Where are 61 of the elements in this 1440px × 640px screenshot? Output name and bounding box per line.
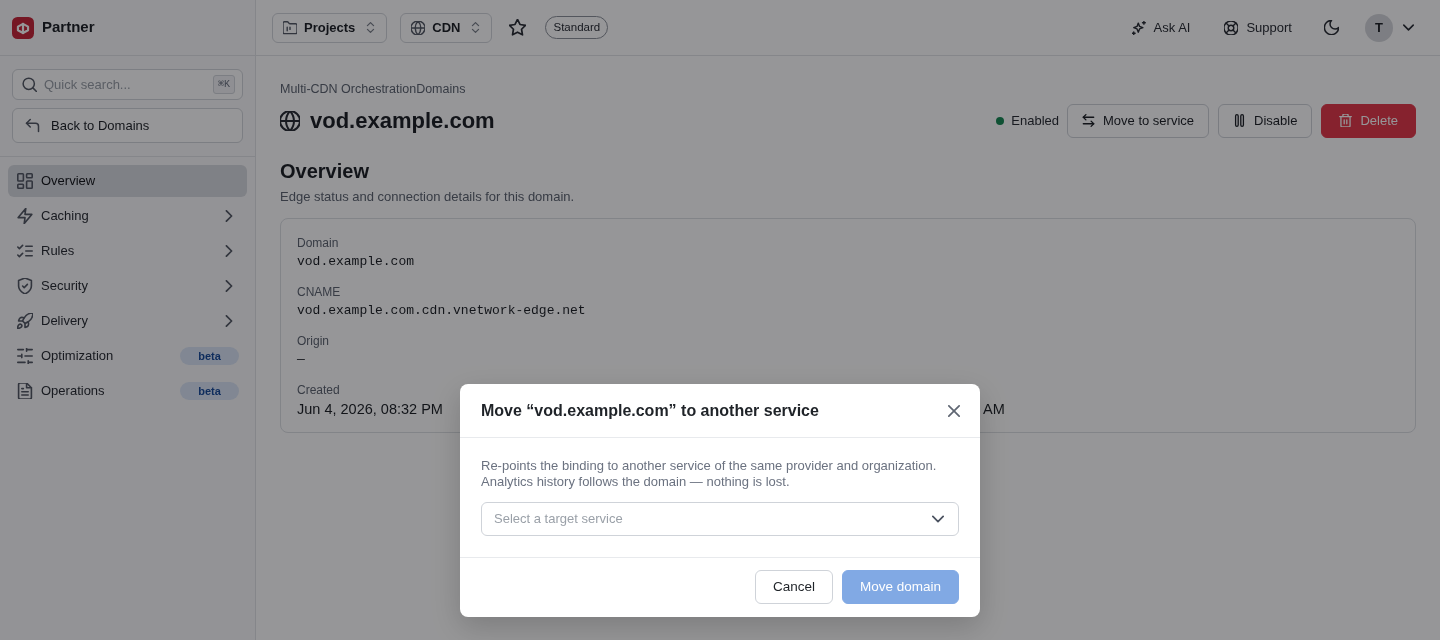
sparkle-icon (1131, 20, 1146, 35)
close-icon[interactable] (948, 404, 960, 417)
section-subtitle: Edge status and connection details for this domain. (280, 187, 575, 206)
nav-item[interactable]: Optimization beta (8, 340, 247, 372)
field-value: — (297, 351, 305, 370)
document-icon (17, 383, 33, 399)
field-label: Origin (297, 333, 329, 350)
folder-icon (283, 20, 297, 35)
field-value: Jun 4, 2026, 08:32 PM (297, 400, 443, 419)
chevron-down-icon (932, 513, 944, 525)
brand-name: Partner (42, 17, 95, 38)
swap-arrows-icon (1082, 114, 1095, 128)
feature-badge: beta (180, 347, 239, 365)
section-title: Overview (280, 158, 369, 183)
sliders-icon (17, 348, 33, 364)
chevron-down-icon[interactable] (1403, 22, 1414, 33)
globe-icon (280, 110, 300, 131)
domain-title: vod.example.com (310, 107, 495, 134)
dialog-title: Move “vod.example.com” to another service (481, 400, 819, 421)
nav-item[interactable]: Overview (8, 165, 247, 197)
support-button[interactable]: Support (1224, 17, 1292, 38)
lightning-icon (17, 208, 33, 224)
field-value: vod.example.com.cdn.vnetwork-edge.net (297, 302, 586, 321)
field-label: Domain (297, 235, 339, 252)
trash-icon (1339, 114, 1353, 128)
product-dropdown[interactable]: CDN (400, 12, 493, 43)
field-value: vod.example.com (297, 253, 415, 272)
cancel-button[interactable]: Cancel (754, 570, 833, 604)
delete-button[interactable]: Delete (1321, 103, 1416, 138)
shield-icon (17, 278, 33, 294)
dashboard-icon (17, 173, 33, 189)
user-avatar[interactable]: T (1365, 13, 1393, 42)
nav-item[interactable]: Operations beta (8, 375, 247, 407)
logo-icon (12, 16, 34, 39)
nav-item[interactable]: Delivery (8, 305, 247, 337)
moon-icon[interactable] (1324, 20, 1339, 35)
nav-item[interactable]: Rules (8, 235, 247, 267)
status-label: Enabled (1011, 112, 1059, 130)
corner-arrow-icon (25, 118, 40, 133)
globe-icon (411, 20, 426, 35)
move-to-service-button[interactable]: Move to service (1067, 103, 1210, 138)
lifebuoy-icon (1224, 20, 1239, 35)
chevron-up-down-icon (365, 22, 377, 33)
nav-item[interactable]: Caching (8, 200, 247, 232)
ask-ai-button[interactable]: Ask AI (1131, 17, 1191, 38)
projects-dropdown[interactable]: Projects (272, 12, 388, 43)
feature-badge: beta (180, 382, 239, 400)
pause-icon (1233, 114, 1247, 128)
back-button[interactable]: Back to Domains (12, 108, 243, 143)
chevron-up-down-icon (470, 22, 482, 33)
rocket-icon (17, 313, 33, 329)
breadcrumb-text[interactable]: Multi-CDN OrchestrationDomains (280, 80, 466, 99)
field-label: CNAME (297, 284, 341, 301)
checklist-icon (17, 243, 33, 259)
field-value: AM (983, 400, 1005, 419)
star-icon[interactable] (509, 19, 527, 36)
field-label: Created (297, 382, 340, 399)
nav-item[interactable]: Security (8, 270, 247, 302)
disable-button[interactable]: Disable (1218, 103, 1313, 138)
search-icon (22, 77, 37, 92)
dialog-description: Re-points the binding to another service of the same provider and organization. Analytics history follows the domain — nothing is lost. (481, 458, 938, 490)
